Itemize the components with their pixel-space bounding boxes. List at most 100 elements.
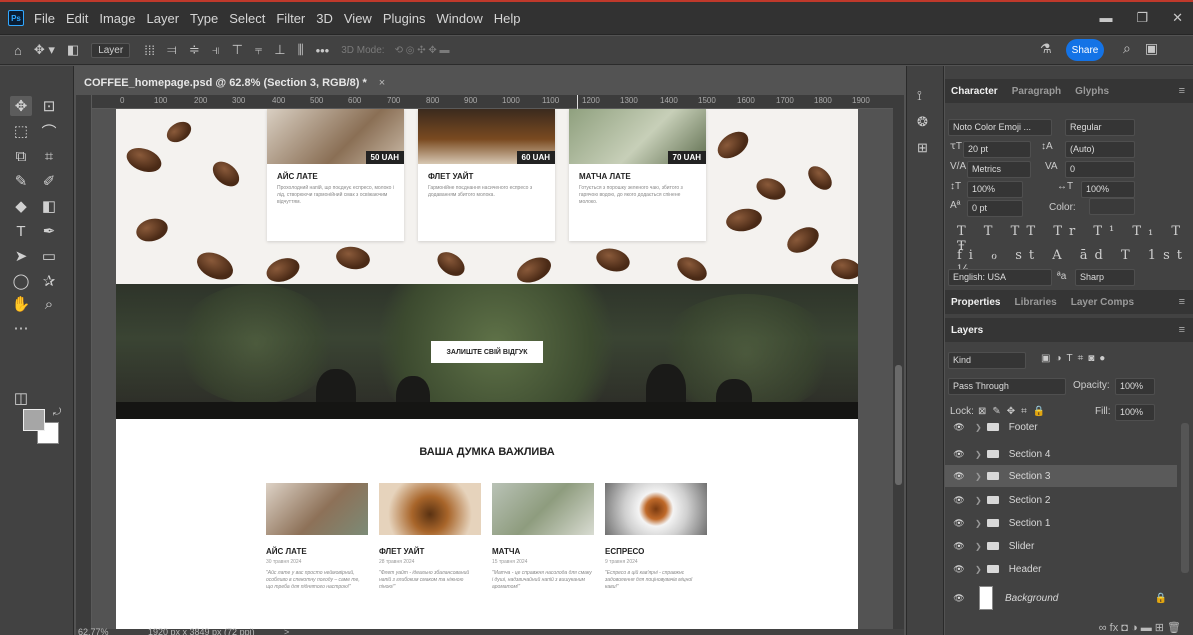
expand-caret-icon[interactable]: ❯ xyxy=(975,519,982,528)
review-card[interactable]: ЕСПРЕСО 9 травня 2024 "Еспресо в цій кав… xyxy=(605,483,707,591)
font-style-dropdown[interactable]: Regular xyxy=(1065,119,1135,136)
lasso-tool-icon[interactable]: ⌒ xyxy=(38,121,60,141)
marquee-tool-icon[interactable]: ⬚ xyxy=(10,121,32,141)
visibility-eye-icon[interactable]: 👁 xyxy=(949,495,969,506)
canvas-vertical-scrollbar[interactable] xyxy=(893,95,904,629)
menu-select[interactable]: Select xyxy=(229,11,265,26)
workspace-icon[interactable]: ▣ xyxy=(1145,40,1158,57)
auto-select-icon[interactable]: ◧ xyxy=(67,42,79,58)
home-icon[interactable]: ⌂ xyxy=(14,43,22,58)
artboard-tool-icon[interactable]: ⊡ xyxy=(38,96,60,116)
blend-mode-dropdown[interactable]: Pass Through xyxy=(948,378,1066,395)
language-dropdown[interactable]: English: USA xyxy=(948,269,1052,286)
kerning-field[interactable]: Metrics xyxy=(967,161,1031,178)
review-card[interactable]: АЙС ЛАТЕ 30 травня 2024 "Айс лате у вас … xyxy=(266,483,368,591)
align-middle-icon[interactable]: ⫧ xyxy=(255,42,262,58)
expand-caret-icon[interactable]: ❯ xyxy=(975,472,982,481)
move-tool-icon[interactable]: ✥ ▾ xyxy=(34,42,55,58)
tab-properties[interactable]: Properties xyxy=(951,297,1000,308)
panel-menu-icon[interactable]: ≡ xyxy=(1179,296,1185,308)
layer-name[interactable]: Background xyxy=(1005,593,1058,604)
tab-character[interactable]: Character xyxy=(951,86,998,97)
visibility-eye-icon[interactable]: 👁 xyxy=(949,449,969,460)
vertical-scale-field[interactable]: 100% xyxy=(967,181,1023,198)
expand-caret-icon[interactable]: ❯ xyxy=(975,542,982,551)
tab-layers[interactable]: Layers xyxy=(951,325,983,336)
menu-type[interactable]: Type xyxy=(190,11,218,26)
history-panel-icon[interactable]: ⟟ xyxy=(917,88,922,104)
visibility-eye-icon[interactable]: 👁 xyxy=(949,518,969,529)
layer-row-slider[interactable]: 👁 ❯ Slider xyxy=(945,535,1177,557)
visibility-eye-icon[interactable]: 👁 xyxy=(949,564,969,575)
layer-filter-kind[interactable]: Kind xyxy=(948,352,1026,369)
menu-layer[interactable]: Layer xyxy=(147,11,180,26)
expand-caret-icon[interactable]: ❯ xyxy=(975,565,982,574)
layer-filter-icons[interactable]: ▣◑T⌗◙● xyxy=(1041,353,1110,364)
tab-libraries[interactable]: Libraries xyxy=(1014,297,1056,308)
object-select-tool-icon[interactable]: ⧉ xyxy=(10,146,32,166)
custom-shape-tool-icon[interactable]: ✰ xyxy=(38,271,60,291)
eyedropper-tool-icon[interactable]: ✎ xyxy=(10,171,32,191)
font-family-dropdown[interactable]: Noto Color Emoji ... xyxy=(948,119,1052,136)
layer-name[interactable]: Footer xyxy=(1009,422,1038,433)
layer-row-footer[interactable]: 👁 ❯ Footer xyxy=(945,421,1177,433)
layer-name[interactable]: Section 3 xyxy=(1009,471,1051,482)
crop-tool-icon[interactable]: ⌗ xyxy=(38,146,60,166)
close-window-icon[interactable]: ✕ xyxy=(1172,10,1183,26)
scrollbar-thumb[interactable] xyxy=(895,365,902,485)
font-size-field[interactable]: 20 pt xyxy=(963,141,1031,158)
menu-view[interactable]: View xyxy=(344,11,372,26)
gradient-tool-icon[interactable]: ◧ xyxy=(38,196,60,216)
layers-scrollbar[interactable] xyxy=(1181,423,1189,573)
menu-edit[interactable]: Edit xyxy=(66,11,88,26)
rectangle-tool-icon[interactable]: ▭ xyxy=(38,246,60,266)
horizontal-scale-field[interactable]: 100% xyxy=(1081,181,1135,198)
tab-glyphs[interactable]: Glyphs xyxy=(1075,86,1109,97)
opacity-field[interactable]: 100% xyxy=(1115,378,1155,395)
layer-name[interactable]: Section 1 xyxy=(1009,518,1051,529)
swap-colors-icon[interactable]: ⤾ xyxy=(46,402,68,422)
close-document-icon[interactable]: × xyxy=(379,77,385,89)
document-canvas[interactable]: 50 UAH АЙС ЛАТЕ Прохолодний напій, що по… xyxy=(116,109,858,629)
menu-3d[interactable]: 3D xyxy=(316,11,333,26)
menu-help[interactable]: Help xyxy=(494,11,521,26)
edit-toolbar-icon[interactable]: ⋯ xyxy=(10,318,32,338)
document-tab[interactable]: COFFEE_homepage.psd @ 62.8% (Section 3, … xyxy=(76,73,385,93)
panel-menu-icon[interactable]: ≡ xyxy=(1179,324,1185,336)
menu-plugins[interactable]: Plugins xyxy=(383,11,426,26)
foreground-color-swatch[interactable] xyxy=(23,409,45,431)
tracking-field[interactable]: 0 xyxy=(1065,161,1135,178)
move-tool-icon[interactable]: ✥ xyxy=(10,96,32,116)
leave-review-button[interactable]: ЗАЛИШТЕ СВІЙ ВІДГУК xyxy=(431,341,543,363)
visibility-eye-icon[interactable]: 👁 xyxy=(949,422,969,433)
pen-tool-icon[interactable]: ✒ xyxy=(38,221,60,241)
visibility-eye-icon[interactable]: 👁 xyxy=(949,593,969,604)
visibility-eye-icon[interactable]: 👁 xyxy=(949,541,969,552)
layer-row-section-1[interactable]: 👁 ❯ Section 1 xyxy=(945,512,1177,534)
align-top-icon[interactable]: ⊤ xyxy=(232,42,243,58)
align-right-icon[interactable]: ⫣ xyxy=(212,42,220,58)
product-card[interactable]: 50 UAH АЙС ЛАТЕ Прохолодний напій, що по… xyxy=(267,109,404,241)
lock-icons[interactable]: ⊠✎✥⌗🔒 xyxy=(978,406,1051,417)
align-bottom-icon[interactable]: ⊥ xyxy=(274,42,285,58)
layer-row-section-2[interactable]: 👁 ❯ Section 2 xyxy=(945,489,1177,511)
layer-row-section-4[interactable]: 👁 ❯ Section 4 xyxy=(945,443,1177,465)
path-select-tool-icon[interactable]: ➤ xyxy=(10,246,32,266)
ellipse-tool-icon[interactable]: ◯ xyxy=(10,271,32,291)
layer-name[interactable]: Slider xyxy=(1009,541,1035,552)
more-options-icon[interactable]: ••• xyxy=(316,43,330,58)
share-button[interactable]: Share xyxy=(1066,39,1104,61)
menu-image[interactable]: Image xyxy=(99,11,135,26)
table-panel-icon[interactable]: ⊞ xyxy=(917,140,928,156)
layer-name[interactable]: Section 2 xyxy=(1009,495,1051,506)
hand-tool-icon[interactable]: ✋ xyxy=(10,294,32,314)
product-card[interactable]: 60 UAH ФЛЕТ УАЙТ Гармонійне поєднання на… xyxy=(418,109,555,241)
layers-action-icons[interactable]: ∞ fx ◘ ◑ ▬ ⊞ 🗑 xyxy=(1099,621,1181,634)
type-tool-icon[interactable]: T xyxy=(10,221,32,241)
align-left-icon[interactable]: ⫤ xyxy=(167,42,177,58)
status-menu-arrow[interactable]: > xyxy=(284,627,289,635)
expand-caret-icon[interactable]: ❯ xyxy=(975,423,982,432)
baseline-shift-field[interactable]: 0 pt xyxy=(967,200,1023,217)
minimize-icon[interactable]: ▬ xyxy=(1099,10,1112,26)
menu-filter[interactable]: Filter xyxy=(276,11,305,26)
